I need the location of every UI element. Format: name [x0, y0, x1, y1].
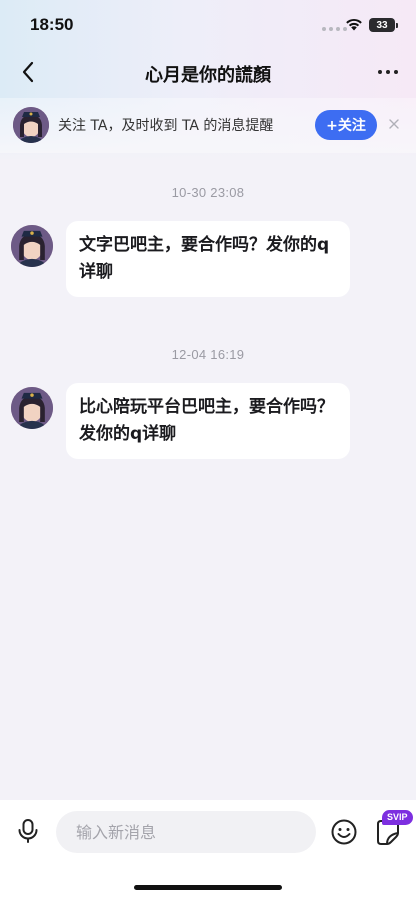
- nav-bar: 心月是你的謊顏: [0, 50, 416, 96]
- message-bubble[interactable]: 比心陪玩平台巴吧主，要合作吗？发你的q详聊: [66, 383, 350, 459]
- sender-avatar[interactable]: [11, 387, 53, 429]
- wifi-icon: [346, 18, 362, 31]
- home-indicator: [134, 885, 282, 890]
- message-input[interactable]: [56, 811, 316, 853]
- close-banner-button[interactable]: [386, 116, 402, 132]
- message-timestamp: 10-30 23:08: [171, 185, 245, 200]
- message-bubble[interactable]: 文字巴吧主，要合作吗？发你的q详聊: [66, 221, 350, 297]
- follow-banner: 关注 TA，及时收到 TA 的消息提醒 +关注: [0, 98, 416, 153]
- avatar-image: [11, 387, 53, 429]
- status-bar: 18:50 33: [0, 0, 416, 50]
- avatar-image: [13, 107, 49, 143]
- sender-avatar[interactable]: [11, 225, 53, 267]
- emoji-icon[interactable]: [330, 818, 358, 846]
- follow-button[interactable]: +关注: [315, 110, 377, 140]
- svip-badge: SVIP: [382, 810, 413, 825]
- avatar[interactable]: [13, 107, 49, 143]
- status-time: 18:50: [30, 15, 74, 34]
- follow-banner-text: 关注 TA，及时收到 TA 的消息提醒: [58, 118, 274, 134]
- cellular-signal-icon: [322, 27, 347, 31]
- avatar-image: [11, 225, 53, 267]
- microphone-icon[interactable]: [14, 817, 42, 845]
- more-button[interactable]: [374, 60, 402, 84]
- battery-icon: 33: [369, 18, 398, 32]
- close-icon: [389, 119, 399, 129]
- message-timestamp: 12-04 16:19: [171, 347, 245, 362]
- page-title: 心月是你的謊顏: [145, 65, 271, 86]
